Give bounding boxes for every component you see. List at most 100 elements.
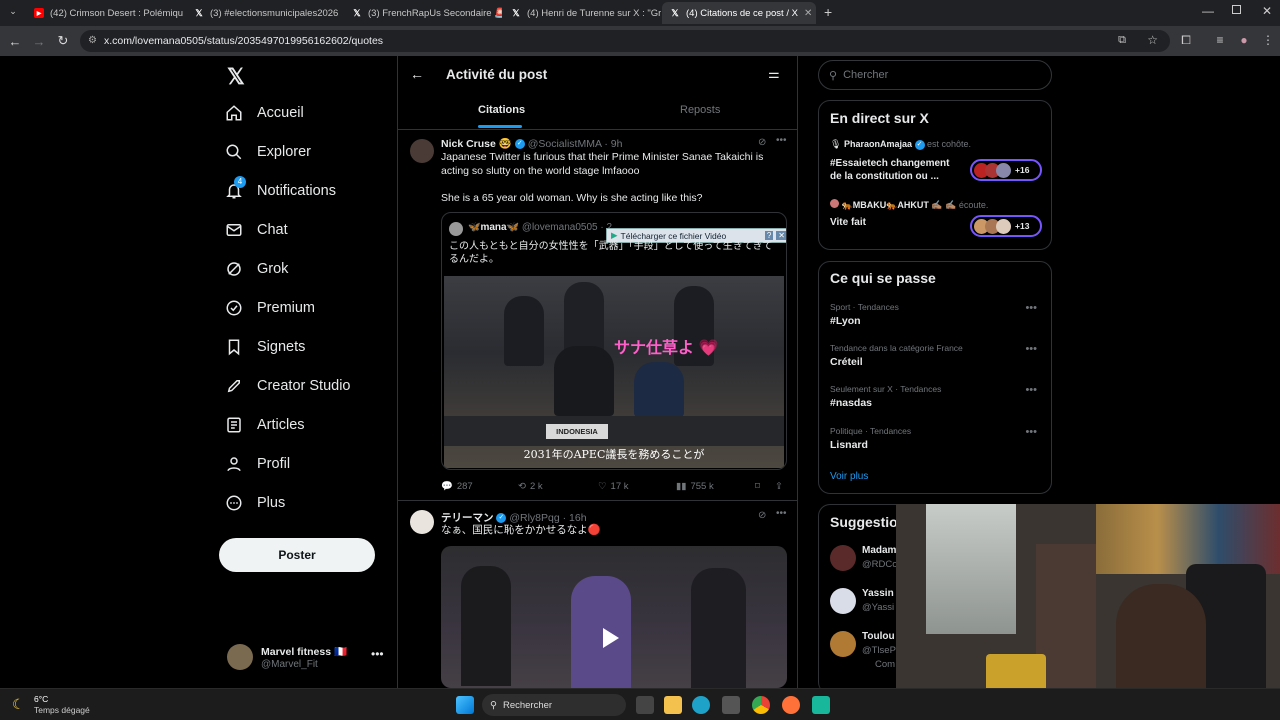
nav-label: Plus [257,495,286,511]
tweet-time[interactable]: · 16h [563,512,587,524]
avatar[interactable] [830,631,856,657]
repost-button[interactable]: ⟲ 2 k [518,481,543,492]
media-controls-icon[interactable]: ≡ [1212,33,1228,49]
more-options-icon[interactable]: ••• [1025,302,1037,314]
more-options-icon[interactable]: ••• [776,135,787,146]
browser-tab[interactable]: 𝕏 (3) #electionsmunicipales2026 ✕ [186,2,340,24]
x-logo-icon[interactable]: 𝕏 [227,64,245,90]
browser-menu-icon[interactable]: ⋮ [1260,33,1276,49]
address-bar[interactable]: ⚙ x.com/lovemana0505/status/203549701995… [80,30,1170,52]
install-app-icon[interactable]: ⧉ [1118,34,1126,47]
more-options-icon[interactable]: ••• [1025,384,1037,396]
nav-item-notifications[interactable]: 4 Notifications [225,176,336,200]
author-handle[interactable]: @Rly8Pqg [509,512,559,524]
windows-start-icon[interactable] [456,696,474,714]
profile-icon[interactable]: ● [1236,33,1252,49]
close-icon[interactable]: ✕ [804,8,812,19]
tab-list-dropdown[interactable]: ⌄ [6,6,20,20]
file-explorer-icon[interactable] [664,696,682,714]
search-input[interactable]: ⚲ Chercher [818,60,1052,90]
weather-temp[interactable]: 6°C [34,694,48,704]
live-item[interactable]: 🐅MBAKU🐅AHKUT ✍🏽 ✍🏽 écoute. Vite fait +13 [830,199,1044,247]
nav-item-plus[interactable]: Plus [225,494,285,512]
grok-icon[interactable]: ⊘ [758,510,766,521]
edge-icon[interactable] [692,696,710,714]
nav-item-signets[interactable]: Signets [225,338,305,356]
extensions-icon[interactable]: ⧠ [1178,33,1194,49]
reload-icon[interactable]: ↻ [51,33,75,49]
video-desk [444,416,784,446]
task-view-icon[interactable] [636,696,654,714]
chrome-icon[interactable] [752,696,770,714]
trend-item[interactable]: Lisnard [830,439,868,451]
more-options-icon[interactable]: ••• [776,508,787,519]
bookmark-star-icon[interactable]: ☆ [1147,33,1158,47]
trend-item[interactable]: #nasdas [830,397,872,409]
grok-icon[interactable]: ⊘ [758,137,766,148]
close-window-icon[interactable]: ✕ [1262,4,1272,18]
nav-item-grok[interactable]: Grok [225,260,288,278]
discord-icon[interactable] [812,696,830,714]
tab-reposts[interactable]: Reposts [680,104,720,116]
tweet-video[interactable] [441,546,787,688]
browser-tab[interactable]: ▶ (42) Crimson Desert : Polémiqu ✕ [26,2,186,24]
trend-item[interactable]: #Lyon [830,315,861,327]
trend-item[interactable]: Créteil [830,356,863,368]
avatar[interactable] [830,588,856,614]
avatar[interactable] [410,510,434,534]
tweet[interactable]: Nick Cruse 🤓 ✓ @SocialistMMA · 9h ⊘ ••• … [398,131,798,501]
store-icon[interactable] [722,696,740,714]
browser-tab-active[interactable]: 𝕏 (4) Citations de ce post / X ✕ [662,2,816,24]
back-arrow-icon[interactable]: ← [410,66,424,82]
maximize-icon[interactable] [1232,5,1241,14]
live-item[interactable]: 🎙 PharaonAmajaa ✓ est cohôte. #Essaietec… [830,139,1044,187]
url-text: x.com/lovemana0505/status/20354970199561… [104,35,384,47]
nav-item-explorer[interactable]: Explorer [225,143,311,161]
more-options-icon[interactable]: ••• [1025,343,1037,355]
forward-arrow-icon[interactable]: → [27,34,51,49]
site-settings-icon[interactable]: ⚙ [88,35,97,46]
listener-avatars: +16 [970,159,1042,181]
post-button[interactable]: Poster [219,538,375,572]
taskbar-search[interactable]: ⚲ Rechercher [482,694,626,716]
nav-item-articles[interactable]: Articles [225,416,305,434]
tweet-time[interactable]: · 9h [604,138,622,150]
suggestion-name[interactable]: Yassin [862,588,894,599]
quoted-tweet[interactable]: 🦋mana🦋 @lovemana0505 · 2 ▶ Télécharger c… [441,212,787,470]
firefox-icon[interactable] [782,696,800,714]
nav-item-accueil[interactable]: Accueil [225,104,304,122]
weather-desc[interactable]: Temps dégagé [34,705,90,715]
nav-item-chat[interactable]: Chat [225,221,288,239]
browser-tab[interactable]: 𝕏 (3) FrenchRapUs Secondaire 🚨 ✕ [344,2,502,24]
suggestion-name[interactable]: Toulou [862,631,895,642]
author-name[interactable]: テリーマン [441,512,494,524]
avatar[interactable] [830,545,856,571]
author-handle[interactable]: @SocialistMMA [528,138,602,150]
new-tab-plus-icon[interactable]: + [824,4,832,20]
filter-settings-icon[interactable]: ⚌ [768,66,780,82]
like-button[interactable]: ♡ 17 k [598,481,629,492]
quoted-video[interactable]: INDONESIA サナ仕草よ 💗 2031年のAPEC議長を務めることが [444,276,784,468]
nav-item-profil[interactable]: Profil [225,455,290,473]
nav-item-creator-studio[interactable]: Creator Studio [225,377,351,395]
tweet[interactable]: テリーマン ✓ @Rly8Pqg · 16h ⊘ ••• なぁ、国民に恥をかかせ… [398,502,798,688]
suggestion-name[interactable]: Madam [862,545,896,556]
account-switcher[interactable]: Marvel fitness 🇫🇷 @Marvel_Fit ••• [225,641,395,677]
minimize-icon[interactable]: — [1202,4,1214,18]
more-options-icon[interactable]: ••• [1025,426,1037,438]
browser-tab[interactable]: 𝕏 (4) Henri de Turenne sur X : "Gr ✕ [503,2,661,24]
share-button[interactable]: ⇪ [775,481,783,492]
account-menu-icon[interactable]: ••• [371,647,384,661]
nav-item-premium[interactable]: Premium [225,299,315,317]
play-icon[interactable] [603,628,619,648]
tab-citations[interactable]: Citations [478,104,525,116]
author-name[interactable]: Nick Cruse 🤓 [441,138,512,150]
views-button[interactable]: ▮▮ 755 k [676,481,714,492]
close-icon[interactable]: ✕ [776,231,786,240]
bookmark-button[interactable]: ⌑ [755,481,760,492]
see-more-link[interactable]: Voir plus [830,471,868,482]
avatar[interactable] [410,139,434,163]
back-arrow-icon[interactable]: ← [3,34,27,49]
reply-button[interactable]: 💬 287 [441,481,473,492]
help-icon[interactable]: ? [764,231,774,240]
